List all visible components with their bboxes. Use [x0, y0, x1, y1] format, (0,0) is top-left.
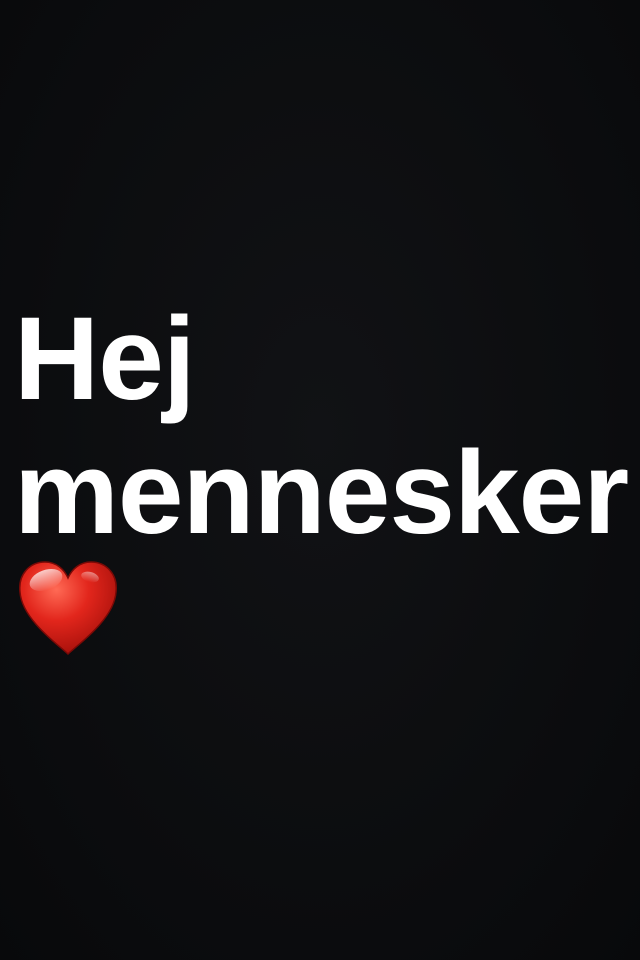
caption-line-2: mennesker — [14, 427, 629, 559]
caption-text: Hej mennesker — [14, 292, 634, 560]
caption-line-1: Hej — [14, 293, 196, 425]
red-heart-icon — [19, 561, 117, 656]
story-canvas: Hej mennesker — [0, 0, 640, 960]
